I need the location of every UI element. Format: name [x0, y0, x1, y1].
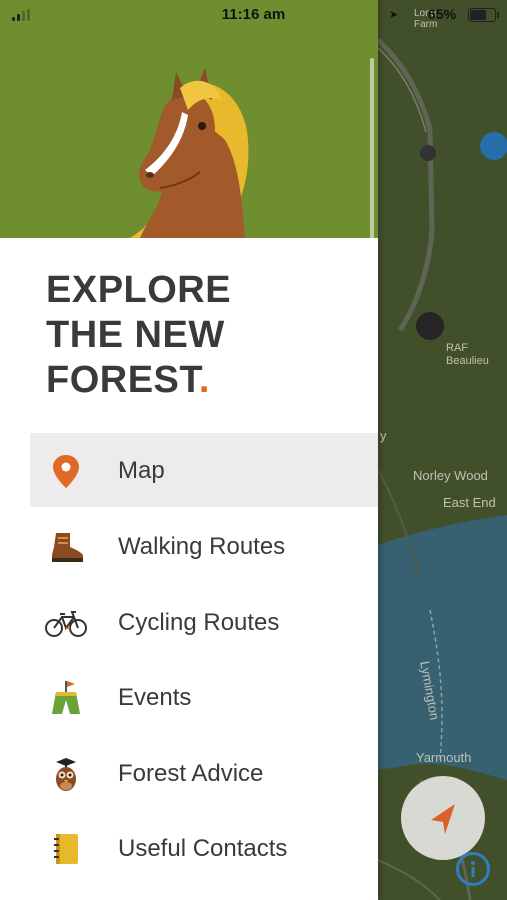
menu-item-cycling-routes[interactable]: Cycling Routes [30, 585, 378, 659]
event-flag-icon [52, 681, 80, 714]
title-line-2: THE NEW [46, 314, 225, 356]
drawer-header-illustration [0, 0, 378, 238]
menu-item-events[interactable]: Events [30, 660, 378, 734]
title-line-3: FOREST. [46, 358, 346, 403]
menu-label-cycling-routes: Cycling Routes [118, 609, 280, 636]
menu-label-map: Map [118, 457, 165, 484]
title-dot: . [198, 359, 210, 401]
info-button[interactable] [456, 852, 490, 886]
menu-item-forest-advice[interactable]: Forest Advice [30, 736, 378, 810]
navigation-arrow-icon [431, 804, 455, 834]
drawer-title: EXPLORE THE NEW FOREST. [46, 268, 346, 403]
pony-illustration [130, 68, 249, 238]
menu-item-useful-contacts[interactable]: Useful Contacts [30, 811, 378, 885]
title-line-3-text: FOREST [46, 359, 199, 401]
info-icon [471, 861, 475, 877]
menu-item-map[interactable]: Map [30, 433, 378, 507]
location-services-icon: ➤ [389, 9, 399, 21]
menu-item-walking-routes[interactable]: Walking Routes [30, 509, 378, 583]
menu-label-forest-advice: Forest Advice [118, 760, 264, 787]
menu-label-useful-contacts: Useful Contacts [118, 835, 288, 862]
title-line-1: EXPLORE [46, 269, 232, 311]
map-pin-icon [53, 455, 79, 488]
drawer-scrollbar[interactable] [370, 58, 374, 248]
bicycle-icon [45, 611, 87, 637]
navigation-drawer: EXPLORE THE NEW FOREST. Map Walking Rout… [0, 0, 378, 900]
menu-label-walking-routes: Walking Routes [118, 533, 286, 560]
owl-icon [56, 758, 76, 791]
notebook-icon [54, 834, 78, 864]
battery-icon [468, 8, 499, 22]
hiking-boot-icon [52, 533, 83, 562]
battery-level-fill [470, 10, 486, 20]
navigate-button[interactable] [401, 776, 485, 860]
menu-label-events: Events [118, 684, 192, 711]
battery-percent: 65% [428, 6, 457, 22]
status-bar: 11:16 am ➤ 65% [0, 0, 507, 30]
